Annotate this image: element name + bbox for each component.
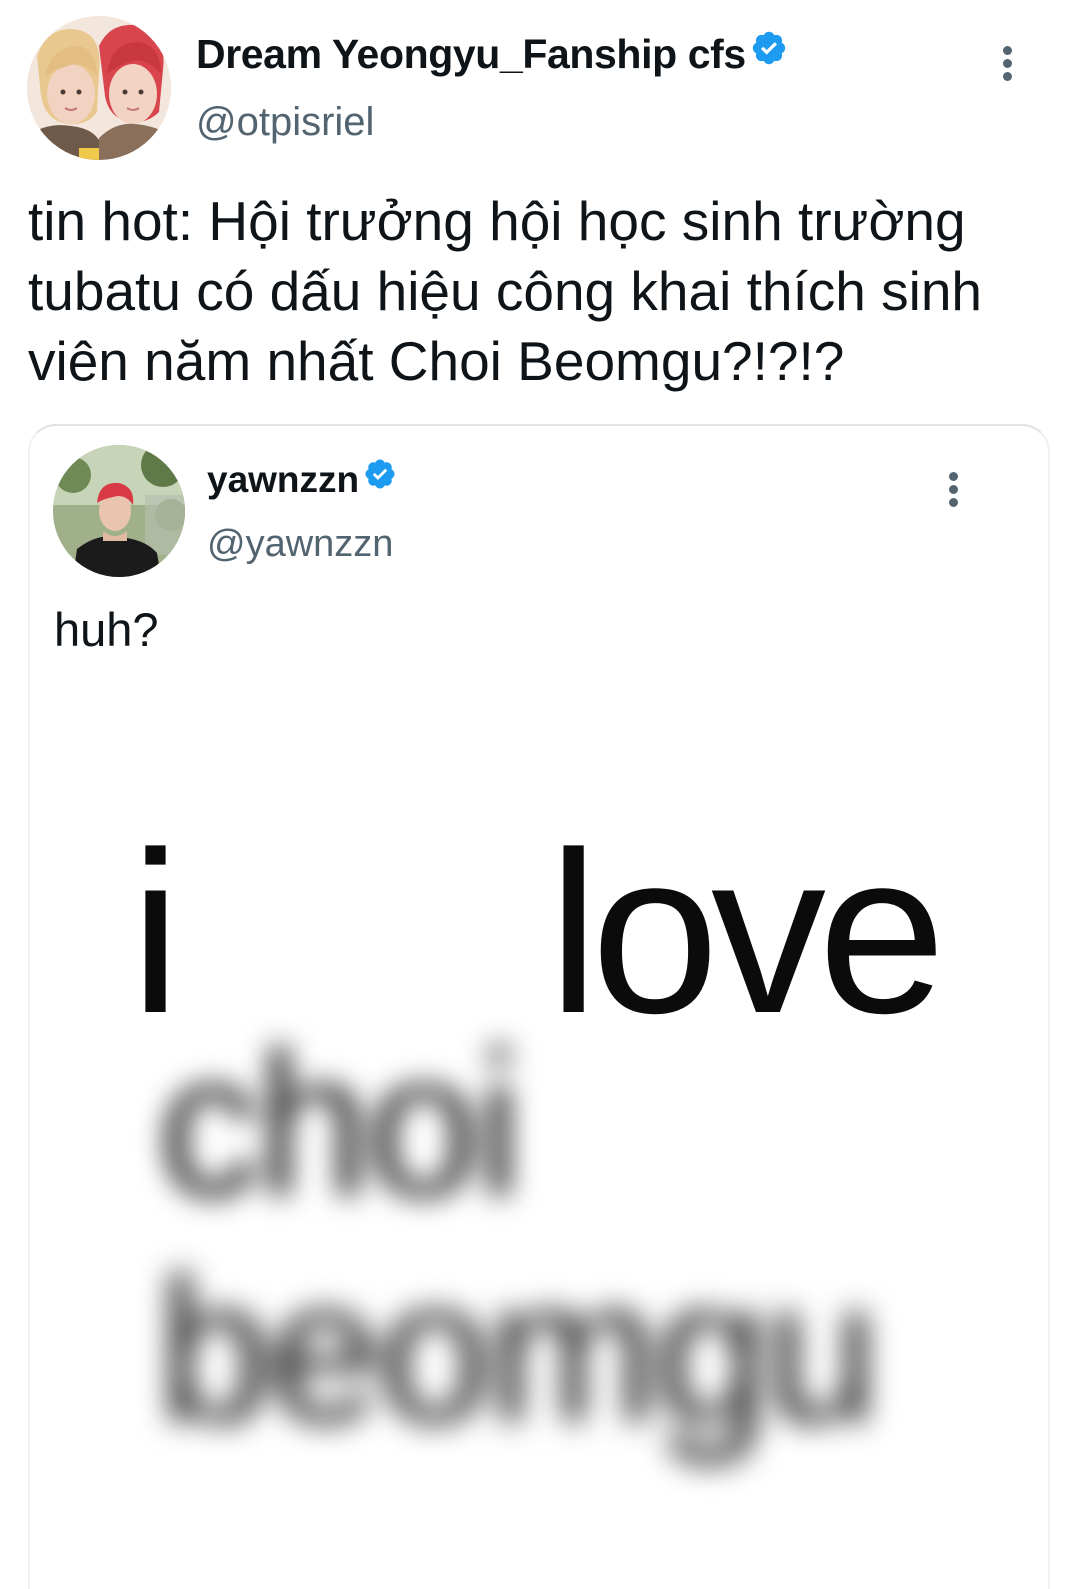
quoted-tweet-text: huh? bbox=[54, 603, 159, 656]
avatar-two-people-photo bbox=[27, 16, 171, 160]
author-handle[interactable]: @otpisriel bbox=[196, 98, 374, 146]
avatar-red-hair-photo bbox=[53, 445, 185, 577]
quoted-tweet-image[interactable]: i love choi beomgu bbox=[40, 700, 1040, 1580]
quoted-author-display-name[interactable]: yawnzzn bbox=[207, 458, 397, 504]
author-display-name-text: Dream Yeongyu_Fanship cfs bbox=[196, 31, 746, 77]
tweet-screenshot: Dream Yeongyu_Fanship cfs @otpisriel tin… bbox=[0, 0, 1080, 1589]
meme-word-love: love bbox=[548, 804, 946, 1061]
quoted-more-options-icon[interactable] bbox=[936, 468, 972, 512]
more-options-icon[interactable] bbox=[990, 42, 1026, 86]
verified-badge-icon bbox=[750, 29, 788, 77]
quoted-author-display-name-text: yawnzzn bbox=[207, 459, 360, 500]
author-display-name[interactable]: Dream Yeongyu_Fanship cfs bbox=[196, 30, 788, 81]
meme-word-choi-blurred: choi bbox=[158, 1010, 522, 1239]
quoted-author-handle[interactable]: @yawnzzn bbox=[207, 522, 393, 566]
meme-word-beomgu-blurred: beomgu bbox=[158, 1236, 879, 1465]
quoted-author-avatar[interactable] bbox=[53, 445, 185, 577]
tweet-text: tin hot: Hội trưởng hội học sinh trường … bbox=[28, 190, 983, 392]
verified-badge-icon bbox=[363, 457, 397, 501]
author-avatar[interactable] bbox=[27, 16, 171, 160]
